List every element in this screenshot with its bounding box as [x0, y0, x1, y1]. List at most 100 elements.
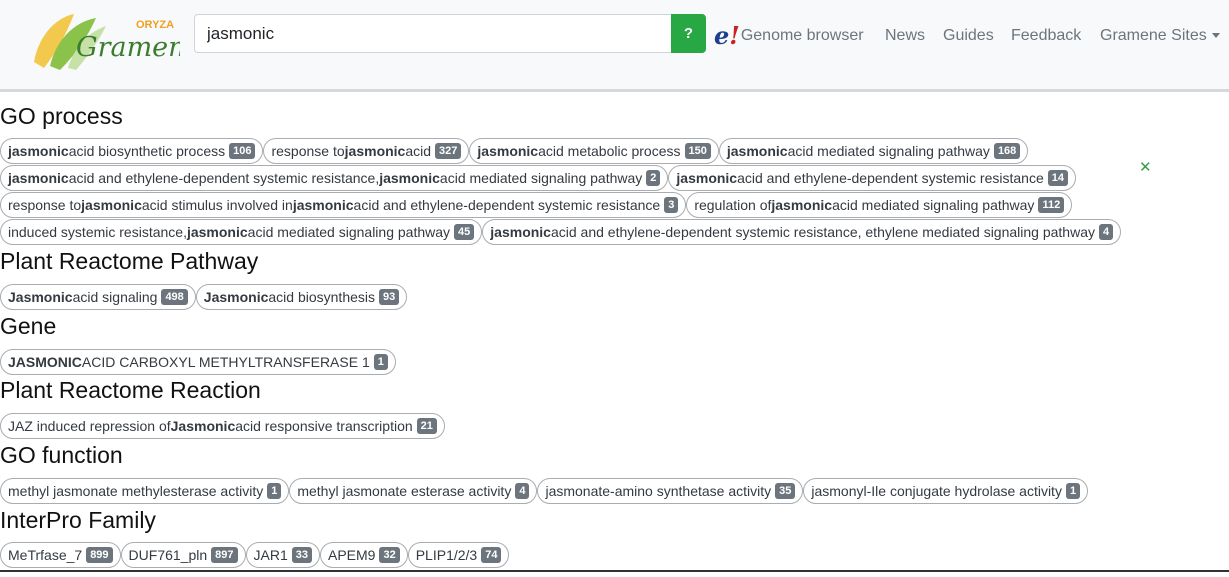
chip-row: MeTrfase_7 899 DUF761_pln 897 JAR1 33 APEM9 32 P… [0, 542, 510, 568]
chip-text: acid and ethylene-dependent systemic res… [353, 197, 661, 213]
chip-text: acid metabolic process [538, 143, 681, 159]
section-title-interpro-family: InterPro Family [0, 507, 156, 533]
count-badge: 897 [211, 547, 238, 563]
chip-text: induced systemic resistance, [8, 224, 187, 240]
chip-text: acid mediated signaling pathway [832, 197, 1035, 213]
nav-gramene-sites[interactable]: Gramene Sites [1100, 24, 1220, 48]
count-badge: 3 [664, 197, 679, 213]
chip-text: acid biosynthetic process [68, 143, 226, 159]
chip-highlight-text: Jasmonic [203, 289, 269, 305]
chip-text: acid stimulus involved in [141, 197, 293, 213]
facet-chip[interactable]: jasmonic acid and ethylene-dependent sys… [668, 165, 1076, 191]
chip-highlight-text: jasmonic [490, 224, 551, 240]
facet-chip[interactable]: jasmonate-amino synthetase activity 35 [537, 478, 804, 504]
facet-chip[interactable]: jasmonic acid and ethylene-dependent sys… [482, 219, 1122, 245]
chip-text: JAZ induced repression of [8, 418, 171, 434]
count-badge: 1 [267, 483, 282, 499]
chip-text: regulation of [694, 197, 772, 213]
chip-highlight-text: jasmonic [676, 170, 738, 186]
facet-chip[interactable]: jasmonyl-Ile conjugate hydrolase activit… [803, 478, 1089, 504]
nav-genome-browser-label: Genome browser [740, 27, 864, 44]
help-button[interactable]: ? [671, 14, 706, 53]
chip-row: JASMONIC ACID CARBOXYL METHYLTRANSFERASE… [0, 349, 396, 375]
chip-text: acid responsive transcription [235, 418, 413, 434]
section-title-plant-reactome-pathway: Plant Reactome Pathway [0, 248, 259, 274]
chip-highlight-text: jasmonic [8, 170, 69, 186]
facet-chip[interactable]: Jasmonic acid signaling 498 [0, 284, 196, 310]
count-badge: 498 [161, 289, 188, 305]
gramene-logo[interactable]: ORYZA Gramene [32, 10, 202, 78]
chip-text: jasmonyl-Ile conjugate hydrolase activit… [811, 483, 1062, 499]
facet-chip[interactable]: DUF761_pln 897 [120, 542, 246, 568]
chip-row: Jasmonic acid signaling 498 Jasmonic acid … [0, 284, 408, 310]
chip-row: methyl jasmonate methylesterase activity… [0, 478, 1089, 504]
chip-highlight-text: jasmonic [477, 143, 539, 159]
nav-news[interactable]: News [885, 24, 925, 48]
facet-chip[interactable]: response to jasmonic acid stimulus invol… [0, 192, 687, 218]
search-input[interactable] [194, 14, 671, 53]
nav-guides[interactable]: Guides [943, 24, 994, 48]
facet-chip[interactable]: regulation of jasmonic acid mediated sig… [686, 192, 1073, 218]
chip-highlight-text: JASMONIC [8, 354, 82, 370]
search-form: ? [194, 14, 706, 53]
count-badge: 327 [435, 143, 462, 159]
chip-text: JAR1 [253, 547, 288, 563]
chip-row: induced systemic resistance, jasmonic ac… [0, 219, 1122, 245]
logo-main-text: Gramene [76, 32, 180, 63]
facet-chip[interactable]: Jasmonic acid biosynthesis 93 [195, 284, 408, 310]
facet-chip[interactable]: methyl jasmonate methylesterase activity… [0, 478, 290, 504]
count-badge: 899 [86, 547, 113, 563]
count-badge: 33 [291, 547, 312, 563]
facet-chip[interactable]: APEM9 32 [320, 542, 408, 568]
facet-chip[interactable]: jasmonic acid metabolic process 150 [469, 138, 719, 164]
facet-chip[interactable]: induced systemic resistance, jasmonic ac… [0, 219, 483, 245]
chip-text: MeTrfase_7 [8, 547, 83, 563]
chip-text: DUF761_pln [128, 547, 208, 563]
close-icon[interactable]: ✕ [1139, 158, 1152, 176]
count-badge: 1 [1065, 483, 1081, 499]
facet-chip[interactable]: JAR1 33 [245, 542, 320, 568]
chip-text: acid and ethylene-dependent systemic res… [68, 170, 380, 186]
facet-chip[interactable]: jasmonic acid mediated signaling pathway… [718, 138, 1029, 164]
count-badge: 74 [481, 547, 502, 563]
count-badge: 45 [454, 224, 475, 240]
gramene-logo-graphic: ORYZA Gramene [34, 14, 202, 70]
count-badge: 1 [373, 354, 388, 370]
section-title-plant-reactome-reaction: Plant Reactome Reaction [0, 377, 261, 403]
facet-chip[interactable]: response to jasmonic acid 327 [263, 138, 470, 164]
count-badge: 112 [1038, 197, 1065, 213]
section-title-go-process: GO process [0, 103, 123, 129]
chip-text: response to [8, 197, 82, 213]
chip-text: methyl jasmonate esterase activity [297, 483, 512, 499]
nav-genome-browser[interactable]: e! Genome browser [714, 21, 864, 50]
logo-small-text: ORYZA [136, 19, 174, 31]
chip-highlight-text: jasmonic [8, 143, 69, 159]
chip-row: response to jasmonic acid stimulus invol… [0, 192, 1073, 218]
nav-feedback[interactable]: Feedback [1011, 24, 1081, 48]
count-badge: 35 [775, 483, 796, 499]
chip-text: response to [271, 143, 345, 159]
count-badge: 2 [646, 170, 661, 186]
facet-chip[interactable]: jasmonic acid biosynthetic process 106 [0, 138, 264, 164]
bottom-divider [0, 570, 1229, 572]
facet-chip[interactable]: jasmonic acid and ethylene-dependent sys… [0, 165, 669, 191]
chip-text: acid and ethylene-dependent systemic res… [737, 170, 1044, 186]
facet-chip[interactable]: JASMONIC ACID CARBOXYL METHYLTRANSFERASE… [0, 349, 396, 375]
chip-text: acid [405, 143, 432, 159]
facet-chip[interactable]: PLIP1/2/3 74 [407, 542, 510, 568]
nav-gramene-sites-label: Gramene Sites [1100, 27, 1207, 44]
chip-text: methyl jasmonate methylesterase activity [8, 483, 264, 499]
chip-highlight-text: Jasmonic [170, 418, 236, 434]
facet-chip[interactable]: JAZ induced repression of Jasmonic acid … [0, 413, 445, 439]
chip-highlight-text: jasmonic [771, 197, 833, 213]
chip-text: ACID CARBOXYL METHYLTRANSFERASE 1 [81, 354, 370, 370]
facet-chip[interactable]: methyl jasmonate esterase activity 4 [289, 478, 538, 504]
chip-highlight-text: jasmonic [726, 143, 788, 159]
facet-chip[interactable]: MeTrfase_7 899 [0, 542, 121, 568]
count-badge: 21 [416, 418, 437, 434]
chip-text: acid signaling [72, 289, 158, 305]
chip-highlight-text: jasmonic [379, 170, 440, 186]
count-badge: 168 [993, 143, 1021, 159]
count-badge: 106 [229, 143, 256, 159]
chip-highlight-text: jasmonic [81, 197, 142, 213]
